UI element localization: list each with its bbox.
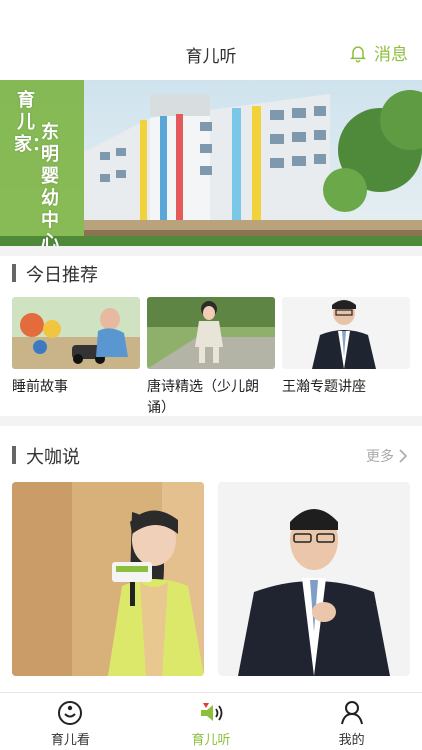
recommend-card-1[interactable]: 睡前故事 xyxy=(12,297,140,398)
section-marker xyxy=(12,446,16,464)
smile-icon xyxy=(58,701,83,725)
nav-label: 我的 xyxy=(338,733,365,748)
section-header-talks: 大咖说 更多 xyxy=(0,434,422,474)
section-marker xyxy=(12,264,16,282)
talk-card-2[interactable] xyxy=(218,482,410,676)
promo-banner[interactable]: 育儿家： 东明婴幼中心 xyxy=(0,80,422,246)
bottom-nav: 育儿看 育儿听 我的 xyxy=(0,692,422,750)
nav-item-listen[interactable]: 育儿听 xyxy=(141,693,282,750)
thumbnail-image xyxy=(282,297,410,369)
banner-caption-2: 东明婴幼中心 xyxy=(41,122,59,246)
thumbnail-image xyxy=(12,297,140,369)
card-label: 睡前故事 xyxy=(12,379,68,395)
thumbnail-image xyxy=(147,297,275,369)
card-label: 王瀚专题讲座 xyxy=(282,379,366,395)
nav-item-mine[interactable]: 我的 xyxy=(281,693,422,750)
more-label: 更多 xyxy=(366,449,394,465)
messages-button[interactable]: 消息 xyxy=(348,40,408,65)
card-label: 唐诗精选（少儿朗诵） xyxy=(147,379,259,416)
nav-label: 育儿看 xyxy=(50,733,90,748)
section-title: 今日推荐 xyxy=(26,265,98,286)
talk-card-1[interactable] xyxy=(12,482,204,676)
talk-image xyxy=(218,482,410,676)
user-icon xyxy=(340,701,363,725)
speaker-icon xyxy=(201,703,223,721)
banner-caption-1: 育儿家： xyxy=(14,90,50,155)
recommend-card-3[interactable]: 王瀚专题讲座 xyxy=(282,297,410,398)
talk-image xyxy=(12,482,204,676)
banner-image xyxy=(0,80,422,246)
recommend-card-2[interactable]: 唐诗精选（少儿朗诵） xyxy=(147,297,275,419)
nav-label: 育儿听 xyxy=(191,733,231,748)
divider xyxy=(0,416,422,426)
top-header: 育儿听 消息 xyxy=(0,0,422,80)
section-header-recommend: 今日推荐 xyxy=(0,252,422,292)
bell-icon xyxy=(349,45,367,62)
more-link[interactable]: 更多 xyxy=(366,446,408,466)
chevron-right-icon xyxy=(399,449,408,463)
nav-item-watch[interactable]: 育儿看 xyxy=(0,693,141,750)
section-title: 大咖说 xyxy=(26,447,80,468)
messages-label: 消息 xyxy=(374,45,408,65)
